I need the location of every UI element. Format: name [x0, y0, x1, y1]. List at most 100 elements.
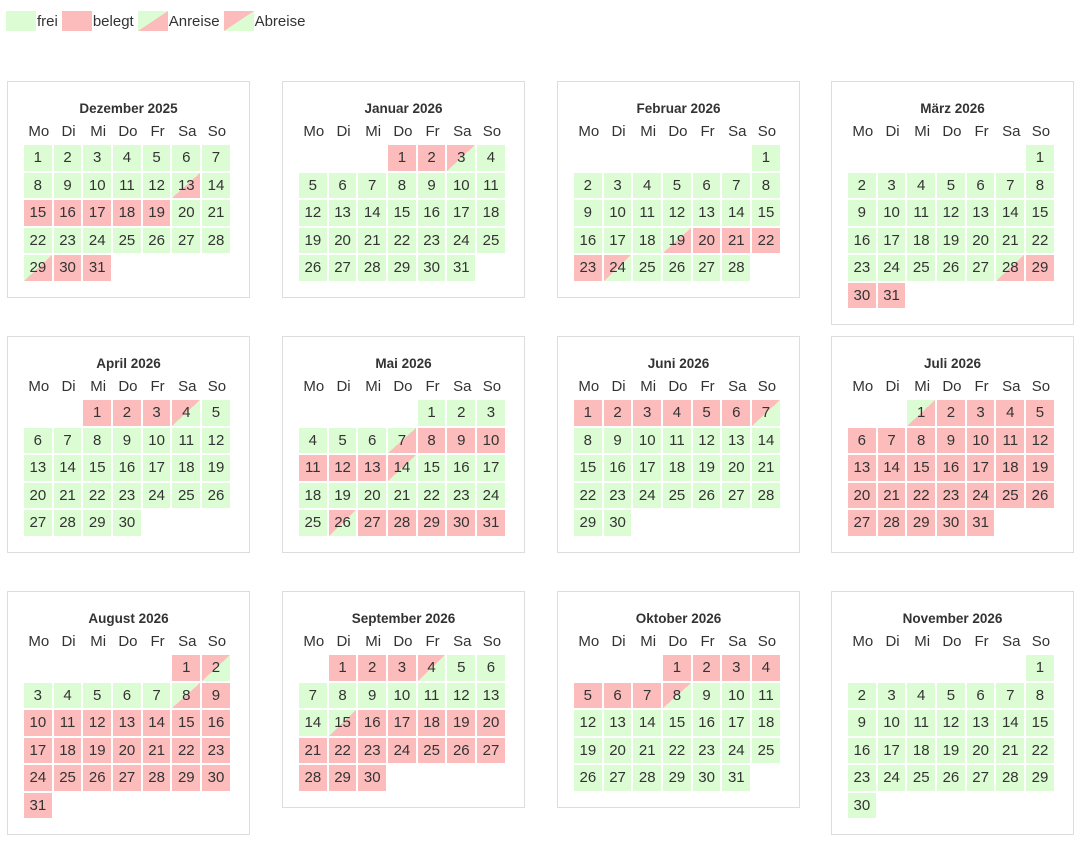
day-cell-frei[interactable]: 10: [603, 200, 632, 226]
day-cell-frei[interactable]: 18: [172, 455, 201, 481]
day-cell-belegt[interactable]: 20: [113, 737, 141, 763]
day-cell-frei[interactable]: 15: [663, 710, 691, 736]
day-cell-belegt[interactable]: 3: [142, 400, 171, 426]
day-cell-frei[interactable]: 3: [603, 172, 632, 198]
day-cell-frei[interactable]: 26: [202, 482, 230, 508]
day-cell-anreise[interactable]: 8: [172, 682, 201, 708]
day-cell-frei[interactable]: 12: [937, 710, 965, 736]
day-cell-belegt[interactable]: 23: [358, 737, 387, 763]
day-cell-frei[interactable]: 4: [907, 682, 936, 708]
day-cell-anreise[interactable]: 13: [172, 172, 201, 198]
day-cell-frei[interactable]: 15: [83, 455, 112, 481]
day-cell-frei[interactable]: 25: [907, 255, 936, 281]
day-cell-frei[interactable]: 5: [447, 655, 476, 681]
day-cell-frei[interactable]: 26: [574, 765, 602, 791]
day-cell-frei[interactable]: 24: [877, 765, 906, 791]
day-cell-frei[interactable]: 9: [692, 682, 721, 708]
day-cell-belegt[interactable]: 17: [83, 200, 112, 226]
day-cell-frei[interactable]: 1: [1026, 145, 1054, 171]
day-cell-frei[interactable]: 14: [752, 427, 780, 453]
day-cell-belegt[interactable]: 19: [1026, 455, 1054, 481]
day-cell-frei[interactable]: 16: [692, 710, 721, 736]
day-cell-frei[interactable]: 23: [417, 227, 446, 253]
day-cell-belegt[interactable]: 30: [53, 255, 82, 281]
day-cell-frei[interactable]: 17: [447, 200, 476, 226]
day-cell-belegt[interactable]: 2: [113, 400, 141, 426]
day-cell-frei[interactable]: 20: [722, 455, 751, 481]
day-cell-frei[interactable]: 22: [388, 227, 416, 253]
day-cell-abreise[interactable]: 14: [388, 455, 416, 481]
day-cell-frei[interactable]: 17: [877, 737, 906, 763]
day-cell-belegt[interactable]: 15: [172, 710, 201, 736]
day-cell-belegt[interactable]: 13: [848, 455, 876, 481]
day-cell-frei[interactable]: 24: [83, 227, 112, 253]
day-cell-frei[interactable]: 20: [328, 227, 357, 253]
day-cell-anreise[interactable]: 7: [388, 427, 416, 453]
day-cell-frei[interactable]: 8: [83, 427, 112, 453]
day-cell-frei[interactable]: 2: [447, 400, 476, 426]
day-cell-frei[interactable]: 7: [358, 172, 387, 198]
day-cell-frei[interactable]: 17: [603, 227, 632, 253]
day-cell-frei[interactable]: 27: [692, 255, 721, 281]
day-cell-belegt[interactable]: 1: [663, 655, 691, 681]
day-cell-frei[interactable]: 21: [752, 455, 780, 481]
day-cell-frei[interactable]: 10: [633, 427, 662, 453]
day-cell-belegt[interactable]: 22: [328, 737, 357, 763]
day-cell-belegt[interactable]: 18: [417, 710, 446, 736]
day-cell-frei[interactable]: 14: [722, 200, 751, 226]
day-cell-frei[interactable]: 22: [1026, 227, 1054, 253]
day-cell-frei[interactable]: 4: [299, 427, 327, 453]
day-cell-frei[interactable]: 8: [24, 172, 52, 198]
day-cell-frei[interactable]: 18: [633, 227, 662, 253]
day-cell-frei[interactable]: 13: [966, 710, 995, 736]
day-cell-frei[interactable]: 19: [692, 455, 721, 481]
day-cell-belegt[interactable]: 10: [24, 710, 52, 736]
day-cell-belegt[interactable]: 9: [202, 682, 230, 708]
day-cell-frei[interactable]: 24: [477, 482, 505, 508]
day-cell-belegt[interactable]: 18: [53, 737, 82, 763]
day-cell-belegt[interactable]: 5: [692, 400, 721, 426]
day-cell-frei[interactable]: 10: [83, 172, 112, 198]
day-cell-frei[interactable]: 9: [113, 427, 141, 453]
day-cell-frei[interactable]: 7: [996, 682, 1025, 708]
day-cell-frei[interactable]: 18: [663, 455, 691, 481]
day-cell-belegt[interactable]: 28: [388, 510, 416, 536]
day-cell-belegt[interactable]: 18: [113, 200, 141, 226]
day-cell-frei[interactable]: 29: [574, 510, 602, 536]
day-cell-frei[interactable]: 29: [663, 765, 691, 791]
day-cell-frei[interactable]: 5: [83, 682, 112, 708]
day-cell-frei[interactable]: 24: [722, 737, 751, 763]
day-cell-frei[interactable]: 6: [172, 145, 201, 171]
day-cell-frei[interactable]: 26: [692, 482, 721, 508]
day-cell-frei[interactable]: 11: [417, 682, 446, 708]
day-cell-belegt[interactable]: 2: [937, 400, 965, 426]
day-cell-frei[interactable]: 26: [142, 227, 171, 253]
day-cell-belegt[interactable]: 21: [877, 482, 906, 508]
day-cell-frei[interactable]: 9: [848, 710, 876, 736]
day-cell-belegt[interactable]: 16: [937, 455, 965, 481]
day-cell-frei[interactable]: 19: [202, 455, 230, 481]
day-cell-belegt[interactable]: 4: [663, 400, 691, 426]
day-cell-frei[interactable]: 26: [663, 255, 691, 281]
day-cell-frei[interactable]: 14: [299, 710, 327, 736]
day-cell-belegt[interactable]: 3: [388, 655, 416, 681]
day-cell-belegt[interactable]: 14: [877, 455, 906, 481]
day-cell-frei[interactable]: 21: [633, 737, 662, 763]
day-cell-belegt[interactable]: 8: [907, 427, 936, 453]
day-cell-frei[interactable]: 13: [722, 427, 751, 453]
day-cell-belegt[interactable]: 27: [358, 510, 387, 536]
day-cell-frei[interactable]: 20: [966, 737, 995, 763]
day-cell-belegt[interactable]: 16: [202, 710, 230, 736]
day-cell-belegt[interactable]: 9: [937, 427, 965, 453]
day-cell-belegt[interactable]: 29: [172, 765, 201, 791]
day-cell-belegt[interactable]: 31: [966, 510, 995, 536]
day-cell-frei[interactable]: 12: [447, 682, 476, 708]
day-cell-belegt[interactable]: 11: [996, 427, 1025, 453]
day-cell-frei[interactable]: 16: [113, 455, 141, 481]
day-cell-frei[interactable]: 1: [1026, 655, 1054, 681]
day-cell-frei[interactable]: 13: [477, 682, 505, 708]
day-cell-frei[interactable]: 3: [24, 682, 52, 708]
day-cell-frei[interactable]: 30: [603, 510, 632, 536]
day-cell-belegt[interactable]: 13: [113, 710, 141, 736]
day-cell-frei[interactable]: 23: [113, 482, 141, 508]
